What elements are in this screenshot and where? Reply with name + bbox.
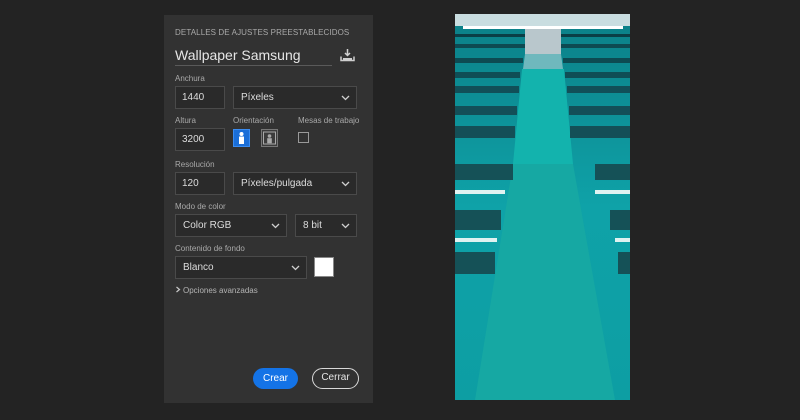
background-contents-dropdown[interactable]: Blanco [175, 256, 307, 279]
advanced-options-label: Opciones avanzadas [183, 286, 258, 295]
artboards-label: Mesas de trabajo [298, 116, 360, 125]
document-preview-image [455, 14, 630, 400]
width-unit-dropdown[interactable]: Píxeles [233, 86, 357, 109]
chevron-down-icon [341, 223, 350, 229]
resolution-unit-value: Píxeles/pulgada [241, 178, 313, 189]
width-input[interactable]: 1440 [175, 86, 225, 109]
resolution-input[interactable]: 120 [175, 172, 225, 195]
landscape-icon [263, 131, 276, 145]
create-button[interactable]: Crear [253, 368, 298, 389]
width-label: Anchura [175, 74, 205, 83]
orientation-label: Orientación [233, 116, 274, 125]
artboards-checkbox[interactable] [298, 132, 309, 143]
color-mode-label: Modo de color [175, 202, 226, 211]
chevron-right-icon [176, 286, 181, 293]
chevron-down-icon [291, 265, 300, 271]
height-label: Altura [175, 116, 196, 125]
save-preset-icon[interactable] [340, 48, 355, 62]
background-color-swatch[interactable] [314, 257, 334, 277]
building-facade-image [455, 14, 630, 400]
color-mode-dropdown[interactable]: Color RGB [175, 214, 287, 237]
chevron-down-icon [271, 223, 280, 229]
new-document-preset-panel: DETALLES DE AJUSTES PREESTABLECIDOS Wall… [164, 15, 373, 403]
color-mode-value: Color RGB [183, 220, 232, 231]
portrait-icon [239, 132, 244, 144]
background-contents-value: Blanco [183, 262, 214, 273]
close-button[interactable]: Cerrar [312, 368, 359, 389]
width-unit-value: Píxeles [241, 92, 274, 103]
advanced-options-toggle[interactable]: Opciones avanzadas [175, 286, 258, 295]
background-label: Contenido de fondo [175, 244, 245, 253]
bit-depth-dropdown[interactable]: 8 bit [295, 214, 357, 237]
orientation-portrait-button[interactable] [233, 129, 250, 147]
chevron-down-icon [341, 95, 350, 101]
section-title: DETALLES DE AJUSTES PREESTABLECIDOS [175, 28, 350, 37]
resolution-unit-dropdown[interactable]: Píxeles/pulgada [233, 172, 357, 195]
height-input[interactable]: 3200 [175, 128, 225, 151]
orientation-landscape-button[interactable] [261, 129, 278, 147]
resolution-label: Resolución [175, 160, 215, 169]
preset-name-field[interactable]: Wallpaper Samsung [175, 45, 332, 66]
chevron-down-icon [341, 181, 350, 187]
bit-depth-value: 8 bit [303, 220, 322, 231]
